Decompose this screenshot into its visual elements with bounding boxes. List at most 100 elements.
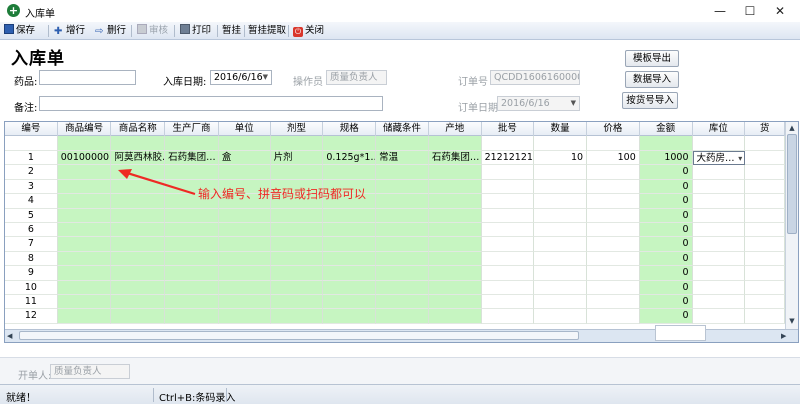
table-cell[interactable]	[534, 266, 588, 281]
table-cell[interactable]	[587, 165, 640, 180]
table-cell[interactable]: 00100000	[57, 151, 112, 166]
chevron-down-icon[interactable]: ▾	[738, 152, 742, 164]
table-cell[interactable]	[587, 280, 640, 295]
table-cell[interactable]: 石药集团…	[428, 151, 482, 166]
column-header[interactable]: 商品编号	[58, 122, 112, 136]
table-cell[interactable]	[428, 222, 482, 238]
table-row[interactable]: 11 0	[5, 294, 786, 310]
table-cell[interactable]	[323, 237, 377, 252]
horizontal-scroll-thumb[interactable]	[19, 331, 579, 340]
table-cell[interactable]	[218, 237, 271, 252]
table-cell[interactable]	[270, 280, 324, 295]
table-cell[interactable]: 0.125g*1…	[323, 151, 377, 166]
table-cell[interactable]	[111, 266, 166, 281]
table-cell[interactable]	[534, 222, 588, 238]
column-header[interactable]: 生产厂商	[165, 122, 219, 136]
filter-cell[interactable]	[534, 136, 588, 151]
table-cell[interactable]	[587, 208, 640, 223]
column-header[interactable]: 金额	[640, 122, 693, 136]
table-cell[interactable]	[745, 266, 786, 281]
table-cell[interactable]	[323, 222, 377, 238]
table-row[interactable]: 50	[5, 208, 786, 223]
table-cell[interactable]	[218, 294, 271, 310]
column-header[interactable]: 单位	[219, 122, 271, 136]
filter-cell[interactable]	[165, 136, 219, 151]
table-cell[interactable]	[376, 251, 429, 267]
table-cell[interactable]: 1	[5, 151, 58, 166]
table-cell[interactable]: 100	[587, 151, 640, 166]
filter-cell[interactable]	[745, 136, 786, 151]
table-cell[interactable]: 常温	[376, 151, 429, 166]
table-cell[interactable]	[270, 294, 324, 310]
table-cell[interactable]: 8	[5, 251, 58, 267]
import-by-item-button[interactable]: 按货号导入	[622, 92, 678, 109]
table-cell[interactable]	[692, 222, 746, 238]
table-cell[interactable]: 0	[639, 309, 693, 324]
print-button[interactable]: 打印	[180, 24, 211, 38]
table-cell[interactable]	[692, 309, 746, 324]
table-cell[interactable]	[481, 194, 535, 209]
table-cell[interactable]: 0	[639, 194, 693, 209]
column-header[interactable]: 批号	[482, 122, 535, 136]
table-row[interactable]: 12 0	[5, 309, 786, 324]
save-button[interactable]: 保存	[4, 24, 35, 38]
scroll-up-icon[interactable]: ▲	[787, 123, 797, 133]
column-header[interactable]: 剂型	[271, 122, 324, 136]
table-cell[interactable]	[587, 237, 640, 252]
table-cell[interactable]	[428, 208, 482, 223]
table-cell[interactable]	[376, 208, 429, 223]
table-cell[interactable]	[481, 179, 535, 195]
filter-cell[interactable]	[587, 136, 640, 151]
table-cell[interactable]	[111, 222, 166, 238]
column-header[interactable]: 产地	[429, 122, 482, 136]
table-cell[interactable]: 12	[5, 309, 58, 324]
table-cell[interactable]	[745, 251, 786, 267]
table-cell[interactable]	[270, 165, 324, 180]
table-cell[interactable]	[323, 208, 377, 223]
suspend-retrieve-button[interactable]: 暂挂提取	[248, 24, 286, 38]
table-cell[interactable]	[745, 237, 786, 252]
table-cell[interactable]	[692, 179, 746, 195]
table-cell[interactable]: 0	[639, 266, 693, 281]
table-cell[interactable]	[376, 194, 429, 209]
table-cell[interactable]	[481, 280, 535, 295]
table-cell[interactable]: 10	[5, 280, 58, 295]
close-button[interactable]: ⏻ 关闭	[293, 24, 324, 38]
detail-grid[interactable]: 编号 商品编号 商品名称 生产厂商 单位 剂型 规格 储藏条件 产地 批号 数量 价格 金额 库位货 10…	[4, 121, 799, 343]
table-cell[interactable]	[218, 208, 271, 223]
grid-filter-row[interactable]	[5, 136, 786, 151]
column-header[interactable]: 编号	[5, 122, 58, 136]
table-cell[interactable]	[481, 294, 535, 310]
column-header[interactable]: 价格	[587, 122, 640, 136]
filter-cell[interactable]	[639, 136, 693, 151]
table-cell[interactable]: 片剂	[270, 151, 324, 166]
table-cell[interactable]	[270, 266, 324, 281]
table-cell[interactable]	[534, 208, 588, 223]
data-import-button[interactable]: 数据导入	[625, 71, 679, 88]
table-cell[interactable]: 6	[5, 222, 58, 238]
table-cell[interactable]	[111, 208, 166, 223]
table-cell[interactable]	[323, 165, 377, 180]
table-cell[interactable]	[57, 222, 112, 238]
table-cell[interactable]	[587, 294, 640, 310]
table-cell[interactable]: 9	[5, 266, 58, 281]
filter-cell[interactable]	[323, 136, 377, 151]
filter-cell[interactable]	[270, 136, 324, 151]
filter-cell[interactable]	[218, 136, 271, 151]
suspend-button[interactable]: 暂挂	[222, 24, 241, 38]
table-cell[interactable]	[745, 165, 786, 180]
table-cell[interactable]	[534, 179, 588, 195]
table-cell[interactable]: 1000	[639, 151, 693, 166]
table-cell[interactable]	[534, 194, 588, 209]
table-cell[interactable]	[745, 280, 786, 295]
filter-cell[interactable]	[57, 136, 112, 151]
table-cell[interactable]	[534, 294, 588, 310]
column-header[interactable]: 商品名称	[111, 122, 166, 136]
table-cell[interactable]: 0	[639, 165, 693, 180]
close-window-button[interactable]: ✕	[760, 0, 800, 22]
table-cell[interactable]: 21212121	[481, 151, 535, 166]
column-header[interactable]: 规格	[323, 122, 377, 136]
filter-cell[interactable]	[481, 136, 535, 151]
table-cell[interactable]	[481, 165, 535, 180]
table-cell[interactable]	[111, 237, 166, 252]
